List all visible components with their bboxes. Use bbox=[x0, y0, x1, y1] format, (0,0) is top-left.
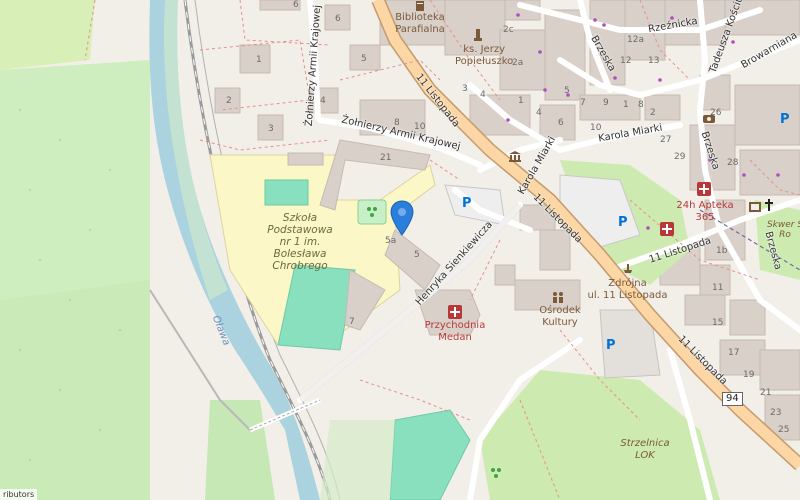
house-number: 25 bbox=[778, 425, 790, 435]
house-number: 23 bbox=[770, 408, 782, 418]
poi-label-biblioteka-parafialna: Biblioteka Parafialna bbox=[395, 12, 445, 35]
house-number: 2a bbox=[512, 58, 524, 68]
house-number: 15 bbox=[712, 318, 724, 328]
poi-label-osrodek-kultury: Ośrodek Kultury bbox=[539, 305, 581, 328]
house-number: 7 bbox=[349, 317, 355, 327]
house-number: 3 bbox=[268, 124, 274, 134]
house-number: 8 bbox=[394, 118, 400, 128]
courthouse-icon[interactable] bbox=[508, 150, 522, 162]
map-attribution[interactable]: ributors bbox=[0, 489, 38, 500]
fountain-icon[interactable] bbox=[622, 262, 634, 274]
sports-field-small bbox=[264, 179, 309, 206]
house-number: 21 bbox=[380, 153, 392, 163]
poi-label-zdrojna: Zdrójna ul. 11 Listopada bbox=[587, 278, 668, 301]
poi-label-popieluszko: ks. Jerzy Popiełuszko bbox=[455, 44, 514, 67]
house-number: 1b bbox=[716, 246, 728, 256]
house-number: 6 bbox=[293, 0, 299, 10]
house-number: 28 bbox=[727, 158, 739, 168]
route-shield-94: 94 bbox=[722, 392, 743, 406]
house-number: 10 bbox=[414, 122, 426, 132]
house-number: 1 bbox=[256, 55, 262, 65]
parking-icon[interactable]: P bbox=[618, 215, 628, 230]
house-number: 5 bbox=[564, 86, 570, 96]
house-number: 13 bbox=[648, 56, 660, 66]
house-number: 5 bbox=[414, 250, 420, 260]
map-view[interactable]: Żołnierzy Armii Krajowej Żołnierzy Armii… bbox=[0, 0, 800, 500]
park-icon[interactable] bbox=[488, 465, 504, 481]
doctors-icon[interactable] bbox=[660, 222, 674, 236]
house-number: 4 bbox=[320, 96, 326, 106]
house-number: 2c bbox=[503, 25, 514, 35]
house-number: 6 bbox=[558, 118, 564, 128]
pharmacy-icon[interactable] bbox=[697, 182, 711, 196]
house-number: 2 bbox=[226, 96, 232, 106]
house-number: 2 bbox=[650, 108, 656, 118]
house-number: 10 bbox=[590, 123, 602, 133]
house-number: 11 bbox=[712, 283, 724, 293]
house-number: 29 bbox=[674, 152, 686, 162]
parking-icon[interactable]: P bbox=[462, 196, 472, 211]
poi-label-skwer: Skwer Ś Ro bbox=[766, 220, 800, 241]
house-number: 1 bbox=[518, 96, 524, 106]
house-number: 21 bbox=[760, 388, 772, 398]
house-number: 6 bbox=[335, 14, 341, 24]
house-number: 4 bbox=[480, 90, 486, 100]
parking-icon[interactable]: P bbox=[606, 338, 616, 353]
house-number: 8 bbox=[638, 100, 644, 110]
poi-label-school: Szkoła Podstawowa nr 1 im. Bolesława Chrobre… bbox=[267, 212, 333, 273]
house-number: 19 bbox=[743, 370, 755, 380]
library-icon[interactable] bbox=[414, 0, 426, 12]
house-number: 1 bbox=[623, 100, 629, 110]
house-number: 17 bbox=[728, 348, 740, 358]
monument-icon[interactable] bbox=[472, 28, 484, 42]
poi-label-strzelnica-lok: Strzelnica LOK bbox=[620, 438, 670, 461]
house-number: 12 bbox=[620, 56, 632, 66]
house-number: 3 bbox=[462, 84, 468, 94]
grass-area-top bbox=[0, 0, 95, 70]
church-icon[interactable] bbox=[763, 198, 775, 212]
location-pin-icon[interactable] bbox=[390, 200, 414, 236]
house-number: 4 bbox=[536, 108, 542, 118]
house-number: 9 bbox=[603, 98, 609, 108]
shop-icon[interactable] bbox=[702, 112, 716, 124]
house-number: 5 bbox=[361, 54, 367, 64]
poi-label-apteka: 24h Apteka 365 bbox=[676, 200, 734, 223]
hospital-icon[interactable] bbox=[448, 305, 462, 319]
museum-icon[interactable] bbox=[748, 200, 762, 214]
poi-label-przychodnia-medan: Przychodnia Medan bbox=[424, 320, 486, 343]
community-centre-icon[interactable] bbox=[550, 290, 566, 304]
house-number: 27 bbox=[660, 135, 672, 145]
playground-icon[interactable] bbox=[364, 204, 380, 220]
house-number: 12a bbox=[627, 35, 644, 45]
house-number: 7 bbox=[580, 98, 586, 108]
house-number: 5a bbox=[385, 236, 397, 246]
parking-icon[interactable]: P bbox=[780, 112, 790, 127]
